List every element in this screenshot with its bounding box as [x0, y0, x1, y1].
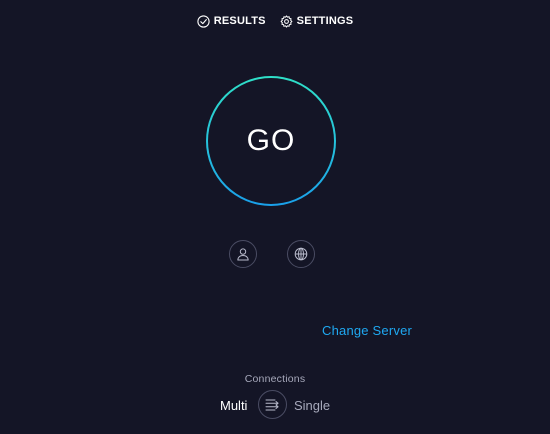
connections-single-option[interactable]: Single: [294, 398, 330, 413]
change-server-link[interactable]: Change Server: [322, 323, 412, 338]
user-icon: [236, 247, 250, 261]
globe-button[interactable]: [287, 240, 315, 268]
user-button[interactable]: [229, 240, 257, 268]
connections-toggle-button[interactable]: [258, 390, 287, 419]
connections-selector: Multi Single: [0, 390, 550, 420]
speedtest-page: RESULTS SETTINGS GO Change Server Connec…: [0, 0, 550, 434]
go-label: GO: [246, 124, 296, 157]
top-nav: RESULTS SETTINGS: [0, 12, 550, 30]
globe-icon: [294, 247, 308, 261]
settings-label: SETTINGS: [296, 15, 354, 27]
gear-icon: [280, 14, 293, 28]
settings-nav-item[interactable]: SETTINGS: [280, 14, 354, 28]
connections-multi-option[interactable]: Multi: [220, 398, 247, 413]
results-nav-item[interactable]: RESULTS: [197, 14, 266, 28]
go-button[interactable]: GO: [206, 76, 336, 206]
connections-title: Connections: [244, 373, 306, 385]
connections-toggle-icon: [265, 398, 281, 412]
check-circle-icon: [197, 14, 210, 28]
results-label: RESULTS: [213, 15, 266, 27]
